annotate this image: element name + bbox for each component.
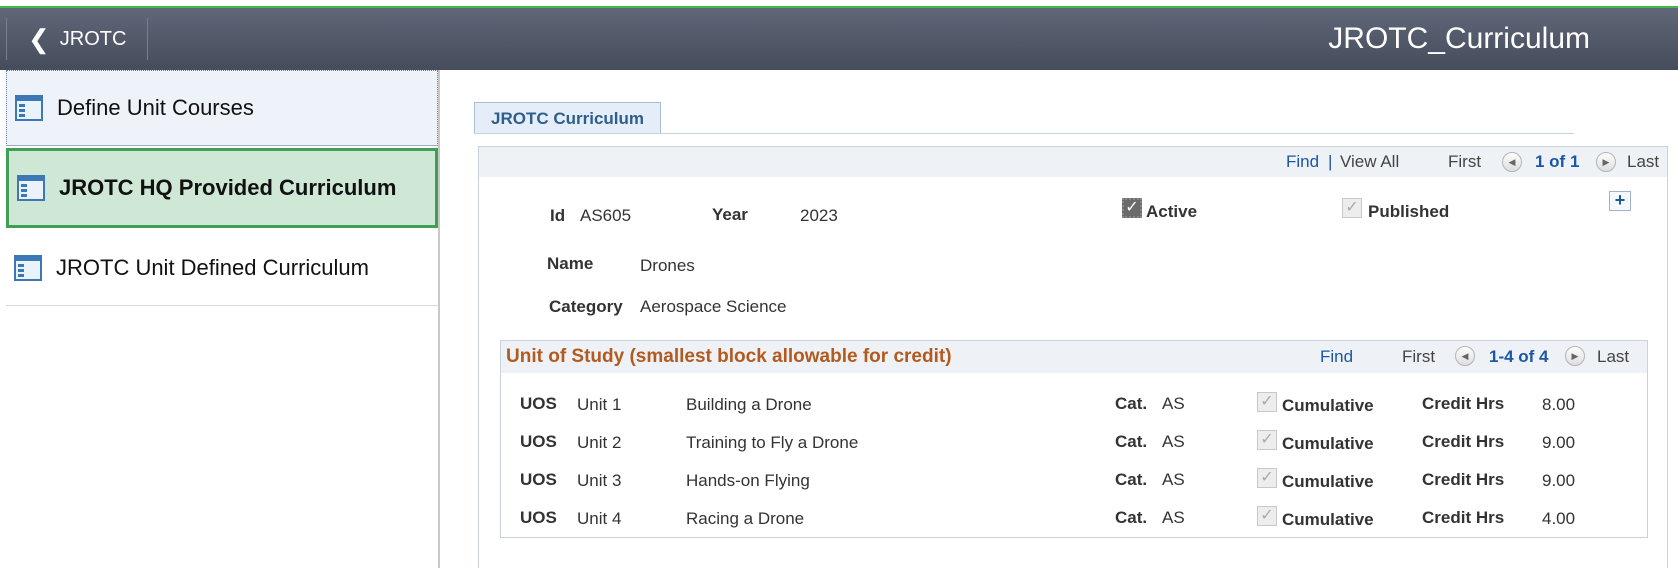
header-divider: [6, 18, 7, 60]
uos-label: UOS: [520, 394, 557, 413]
uos-label: UOS: [520, 470, 557, 489]
cumulative-label: Cumulative: [1282, 396, 1374, 415]
credit-hrs-label: Credit Hrs: [1422, 508, 1505, 527]
unit-value: Unit 3: [577, 471, 622, 490]
active-label: Active: [1146, 202, 1198, 221]
sidebar-item-define-unit-courses[interactable]: Define Unit Courses: [6, 70, 438, 146]
unit-of-study-title: Unit of Study (smallest block allowable …: [506, 346, 952, 367]
credit-hrs-label: Credit Hrs: [1422, 470, 1505, 489]
header-divider: [147, 18, 148, 60]
find-link[interactable]: Find: [1286, 152, 1319, 172]
unit-value: Unit 2: [577, 433, 622, 452]
credit-hrs-label: Credit Hrs: [1422, 394, 1505, 413]
uos-find-link[interactable]: Find: [1320, 347, 1353, 367]
unit-value: Unit 4: [577, 509, 622, 528]
page-icon: [15, 95, 43, 121]
add-row-button[interactable]: +: [1609, 191, 1631, 211]
published-checkbox: ✓: [1342, 198, 1362, 218]
sidebar-item-label: JROTC HQ Provided Curriculum: [59, 175, 397, 200]
credit-hrs-value: 9.00: [1542, 471, 1576, 490]
sidebar-item-hq-provided-curriculum[interactable]: JROTC HQ Provided Curriculum: [6, 148, 438, 228]
cumulative-label: Cumulative: [1282, 434, 1374, 453]
category-value: Aerospace Science: [640, 297, 787, 316]
cat-value: AS: [1162, 508, 1185, 527]
page-title: JROTC_Curriculum: [1328, 22, 1590, 55]
cat-value: AS: [1162, 394, 1185, 413]
sidebar: Define Unit Courses JROTC HQ Provided Cu…: [0, 70, 440, 568]
back-button-label: JROTC: [59, 27, 127, 50]
cat-label: Cat.: [1115, 394, 1148, 413]
tab-divider: [474, 133, 1574, 134]
cat-value: AS: [1162, 470, 1185, 489]
cumulative-label: Cumulative: [1282, 510, 1374, 529]
uos-label: UOS: [520, 508, 557, 527]
uos-first-label: First: [1402, 347, 1436, 366]
view-all-link[interactable]: View All: [1340, 152, 1399, 172]
row-count: 1 of 1: [1535, 152, 1580, 171]
description-value: Training to Fly a Drone: [686, 433, 859, 452]
active-checkbox[interactable]: ✓: [1122, 198, 1142, 218]
id-label: Id: [550, 206, 566, 225]
credit-hrs-value: 4.00: [1542, 509, 1576, 528]
year-label: Year: [712, 205, 748, 224]
page-icon: [17, 175, 45, 201]
description-value: Building a Drone: [686, 395, 812, 414]
first-label: First: [1448, 152, 1482, 171]
year-value: 2023: [800, 206, 838, 225]
cat-label: Cat.: [1115, 508, 1148, 527]
cat-label: Cat.: [1115, 470, 1148, 489]
previous-icon[interactable]: ◀: [1502, 152, 1522, 172]
category-label: Category: [549, 297, 623, 316]
tab-jrotc-curriculum[interactable]: JROTC Curriculum: [474, 102, 662, 134]
cumulative-checkbox: ✓: [1257, 468, 1277, 488]
cat-label: Cat.: [1115, 432, 1148, 451]
description-value: Racing a Drone: [686, 509, 805, 528]
unit-value: Unit 1: [577, 395, 622, 414]
name-value: Drones: [640, 256, 695, 275]
credit-hrs-value: 8.00: [1542, 395, 1576, 414]
uos-last-label: Last: [1597, 347, 1630, 366]
panel-nav-bar: [479, 147, 1667, 177]
description-value: Hands-on Flying: [686, 471, 810, 490]
cumulative-checkbox: ✓: [1257, 392, 1277, 412]
sidebar-item-label: JROTC Unit Defined Curriculum: [56, 254, 369, 280]
cumulative-label: Cumulative: [1282, 472, 1374, 491]
credit-hrs-label: Credit Hrs: [1422, 432, 1505, 451]
cat-value: AS: [1162, 432, 1185, 451]
last-label: Last: [1627, 152, 1660, 171]
page-icon: [14, 254, 42, 281]
top-accent-line: [0, 0, 1678, 9]
sidebar-item-unit-defined-curriculum[interactable]: JROTC Unit Defined Curriculum: [6, 230, 438, 306]
cumulative-checkbox: ✓: [1257, 430, 1277, 450]
cumulative-checkbox: ✓: [1257, 506, 1277, 526]
id-value: AS605: [580, 206, 632, 225]
next-icon[interactable]: ▶: [1596, 152, 1616, 172]
uos-next-icon[interactable]: ▶: [1565, 346, 1585, 366]
uos-row-count: 1-4 of 4: [1489, 347, 1549, 366]
uos-label: UOS: [520, 432, 557, 451]
name-label: Name: [547, 254, 594, 273]
credit-hrs-value: 9.00: [1542, 433, 1576, 452]
sidebar-item-label: Define Unit Courses: [57, 95, 254, 120]
published-label: Published: [1368, 202, 1450, 221]
uos-previous-icon[interactable]: ◀: [1455, 346, 1475, 366]
app-header: ❮ JROTC JROTC_Curriculum: [0, 8, 1678, 70]
chevron-left-icon: ❮: [28, 24, 50, 54]
back-button[interactable]: ❮ JROTC: [8, 18, 148, 60]
nav-separator: |: [1328, 152, 1333, 171]
